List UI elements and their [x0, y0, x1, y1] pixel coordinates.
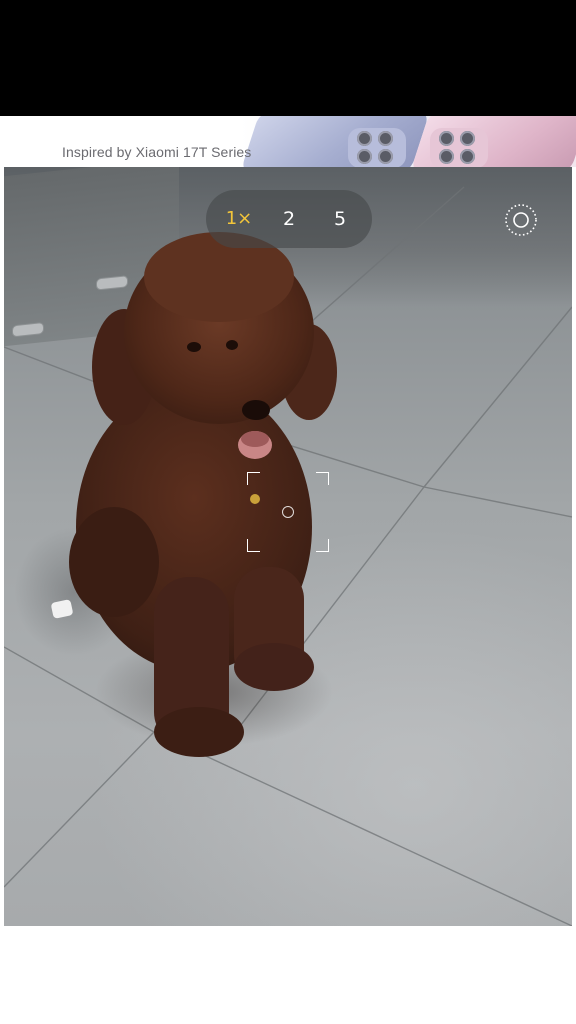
zoom-1x-button[interactable]: 1×: [219, 205, 259, 233]
bottom-blank-area: [0, 926, 576, 1024]
camera-module-image: [430, 128, 488, 167]
focus-reticle-icon: [247, 472, 329, 552]
zoom-5x-button[interactable]: 5: [320, 205, 360, 233]
promo-banner: Inspired by Xiaomi 17T Series: [0, 116, 576, 167]
banner-title: Inspired by Xiaomi 17T Series: [62, 144, 252, 160]
camera-viewfinder[interactable]: 1× 2 5: [4, 167, 572, 926]
settings-ring-icon[interactable]: [504, 203, 538, 237]
focus-point: [282, 506, 294, 518]
zoom-2x-button[interactable]: 2: [269, 205, 309, 233]
camera-module-image: [348, 128, 406, 167]
zoom-selector: 1× 2 5: [206, 190, 372, 248]
status-bar-area: [0, 0, 576, 116]
